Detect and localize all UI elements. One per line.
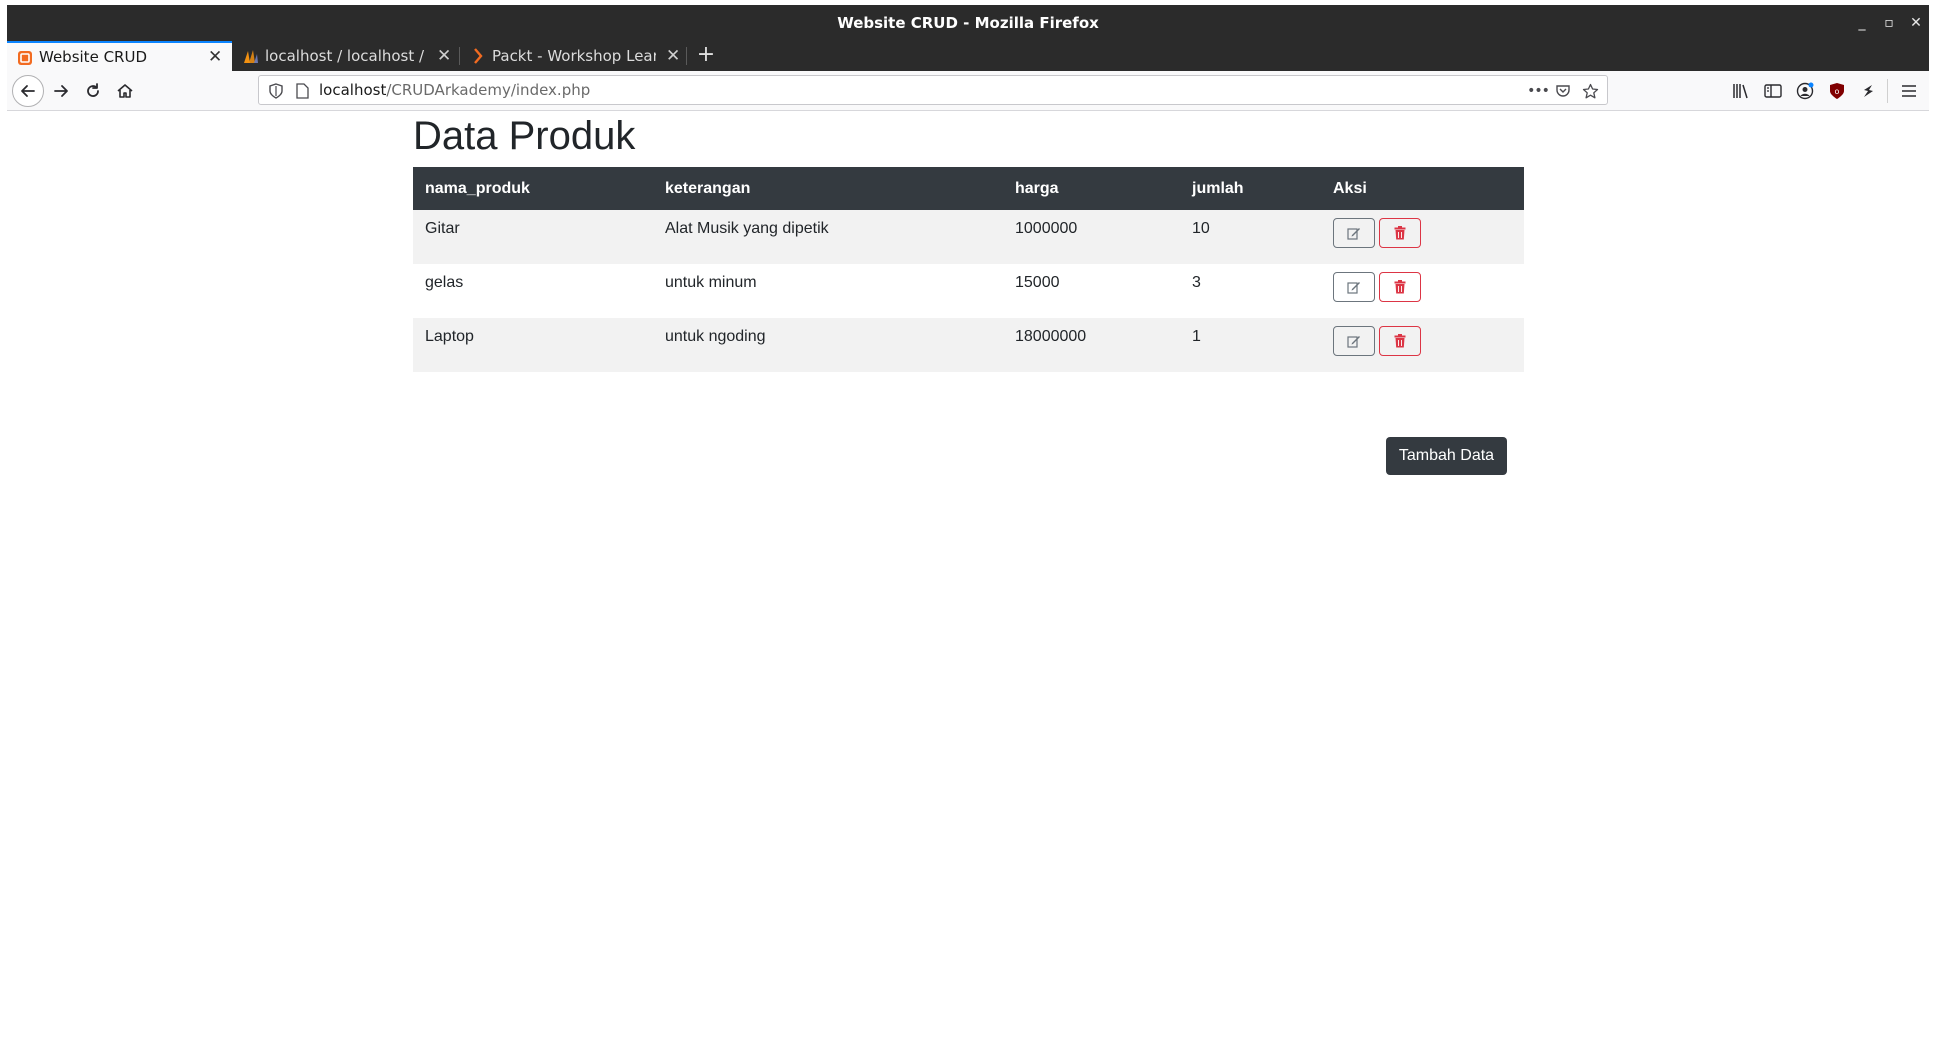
close-tab-icon[interactable]: ✕ [437,41,451,71]
library-icon[interactable] [1731,81,1751,101]
table-row: Gitar Alat Musik yang dipetik 1000000 10 [413,210,1524,264]
forward-button[interactable] [46,76,76,106]
cell-jumlah: 1 [1180,318,1321,372]
minimize-button[interactable]: _ [1847,5,1877,41]
packt-favicon-icon [474,48,483,64]
column-header-nama-produk: nama_produk [413,167,653,210]
account-icon[interactable] [1795,81,1815,101]
home-button[interactable] [110,76,140,106]
url-bar[interactable]: localhost/CRUDArkademy/index.php ••• [258,75,1608,105]
table-row: gelas untuk minum 15000 3 [413,264,1524,318]
table-row: Laptop untuk ngoding 18000000 1 [413,318,1524,372]
close-window-button[interactable]: ✕ [1901,5,1931,41]
toolbar-separator [1887,79,1888,103]
add-data-button[interactable]: Tambah Data [1386,437,1507,475]
reload-icon [87,83,99,97]
column-header-jumlah: jumlah [1180,167,1321,210]
tab-label: Website CRUD [39,48,147,66]
cell-keterangan: untuk ngoding [653,318,1003,372]
window-edge [7,1045,1929,1055]
tab-phpmyadmin[interactable]: localhost / localhost / db ✕ [233,41,458,71]
tab-website-crud[interactable]: Website CRUD ✕ [7,41,232,71]
arrow-left-icon [21,85,35,97]
cell-keterangan: untuk minum [665,274,757,291]
edit-button[interactable] [1333,218,1375,248]
edit-icon [1347,228,1360,240]
cell-aksi [1321,318,1524,372]
title-bar: Website CRUD - Mozilla Firefox _ ▫ ✕ [7,5,1929,41]
app-favicon-icon [18,51,32,65]
url-text[interactable]: localhost/CRUDArkademy/index.php [319,76,590,104]
cell-harga: 15000 [1015,274,1060,291]
edit-button[interactable] [1333,326,1375,356]
window-edge [1929,0,1936,1055]
page-actions-icon[interactable]: ••• [1527,82,1550,100]
trash-icon [1394,226,1406,240]
page-info-icon[interactable] [293,82,311,100]
phpmyadmin-favicon-icon [244,50,258,63]
close-tab-icon[interactable]: ✕ [666,41,680,71]
trash-icon [1394,334,1406,348]
close-tab-icon[interactable]: ✕ [208,43,222,71]
column-header-keterangan: keterangan [653,167,1003,210]
cell-harga: 1000000 [1003,210,1180,264]
trash-icon [1394,280,1406,294]
back-button[interactable] [12,75,44,107]
new-tab-button[interactable]: + [692,41,720,71]
cell-nama-produk: Laptop [413,318,653,372]
tab-packt[interactable]: Packt - Workshop Learnin ✕ [460,41,685,71]
tab-bar: Website CRUD ✕ localhost / localhost / d… [7,41,1929,71]
delete-button[interactable] [1379,218,1421,248]
pocket-icon[interactable] [1554,82,1572,100]
product-table: nama_produk keterangan harga jumlah Aksi… [413,167,1524,372]
window-title: Website CRUD - Mozilla Firefox [837,14,1099,32]
arrow-right-icon [54,85,68,97]
sidebar-icon[interactable] [1763,81,1783,101]
tracking-shield-icon[interactable] [267,82,285,100]
cell-aksi [1321,264,1524,318]
delete-button[interactable] [1379,272,1421,302]
navigation-bar: localhost/CRUDArkademy/index.php ••• o [7,71,1929,111]
svg-text:o: o [1835,87,1840,96]
column-header-harga: harga [1003,167,1180,210]
ublock-shield-icon[interactable]: o [1827,81,1847,101]
column-header-aksi: Aksi [1321,167,1524,210]
cell-keterangan: Alat Musik yang dipetik [653,210,1003,264]
reload-button[interactable] [78,76,108,106]
bookmark-star-icon[interactable] [1581,82,1599,100]
cell-nama-produk: Gitar [413,210,653,264]
cell-harga: 18000000 [1003,318,1180,372]
browser-window: Website CRUD - Mozilla Firefox _ ▫ ✕ Web… [0,0,1936,1055]
page-title: Data Produk [413,114,636,158]
edit-icon [1347,336,1360,348]
delete-button[interactable] [1379,326,1421,356]
extension-icon[interactable] [1858,81,1878,101]
tab-label: Packt - Workshop Learnin [492,47,656,65]
cell-aksi [1321,210,1524,264]
page-content: Data Produk nama_produk keterangan harga… [7,112,1929,1045]
edit-button[interactable] [1333,272,1375,302]
cell-jumlah: 10 [1180,210,1321,264]
table-header-row: nama_produk keterangan harga jumlah Aksi [413,167,1524,210]
cell-jumlah: 3 [1192,274,1201,291]
hamburger-menu-icon[interactable] [1899,81,1919,101]
home-icon [117,84,133,98]
edit-icon [1347,282,1360,294]
tab-label: localhost / localhost / db [265,47,429,65]
tab-separator [686,47,687,65]
maximize-button[interactable]: ▫ [1874,5,1904,41]
cell-nama-produk: gelas [425,274,464,291]
